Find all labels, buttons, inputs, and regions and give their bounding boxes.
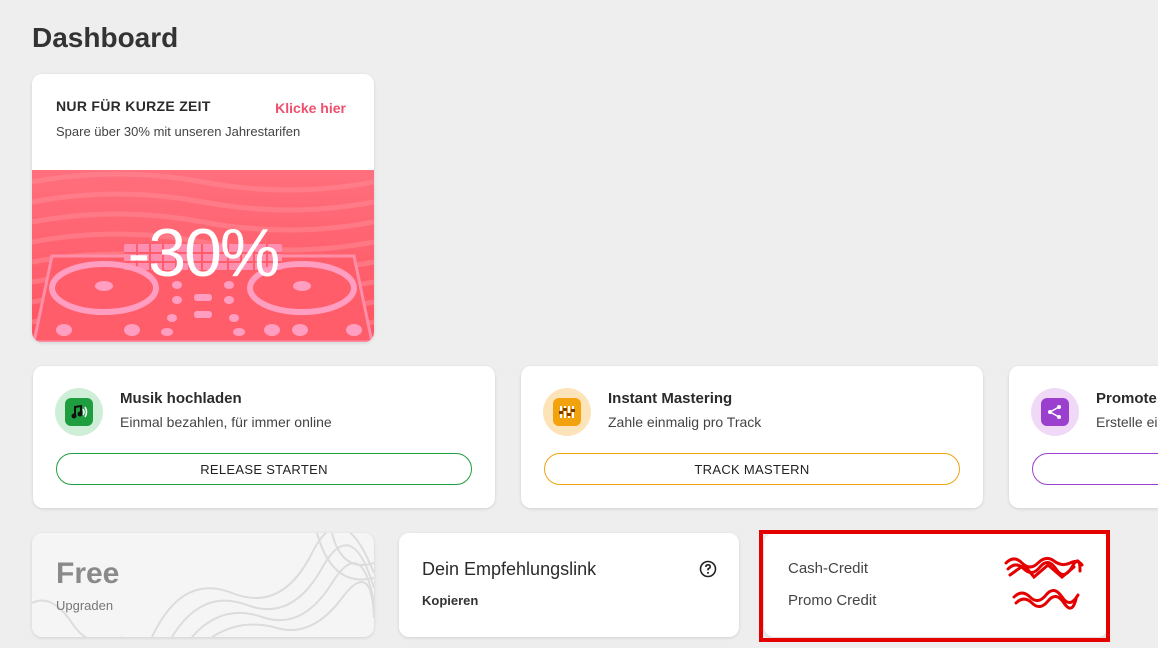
upload-music-card[interactable]: Musik hochladen Einmal bezahlen, für imm… bbox=[33, 366, 495, 508]
music-upload-icon bbox=[55, 388, 103, 436]
plan-card[interactable]: Free Upgraden bbox=[32, 533, 374, 637]
help-circle-icon[interactable] bbox=[699, 560, 717, 578]
master-track-button[interactable]: TRACK MASTERN bbox=[544, 453, 960, 485]
promo-subtitle: Spare über 30% mit unseren Jahrestarifen bbox=[56, 124, 301, 139]
share-icon bbox=[1031, 388, 1079, 436]
promote-button[interactable] bbox=[1032, 453, 1158, 485]
promo-card[interactable]: NUR FÜR KURZE ZEIT Klicke hier Spare übe… bbox=[32, 74, 374, 342]
plan-name: Free bbox=[56, 557, 120, 590]
promote-subtitle: Erstelle ein bbox=[1096, 414, 1158, 430]
promo-discount: -30% bbox=[127, 215, 281, 291]
instant-mastering-title: Instant Mastering bbox=[608, 390, 733, 407]
upload-music-title: Musik hochladen bbox=[120, 390, 242, 407]
page-title: Dashboard bbox=[32, 22, 179, 53]
promo-link[interactable]: Klicke hier bbox=[275, 100, 346, 116]
referral-title: Dein Empfehlungslink bbox=[422, 559, 597, 579]
promote-title: Promote bbox=[1096, 390, 1157, 407]
instant-mastering-card[interactable]: Instant Mastering Zahle einmalig pro Tra… bbox=[521, 366, 983, 508]
instant-mastering-subtitle: Zahle einmalig pro Track bbox=[608, 414, 762, 430]
upgrade-link[interactable]: Upgraden bbox=[56, 598, 113, 613]
promote-card[interactable]: Promote Erstelle ein bbox=[1009, 366, 1158, 508]
copy-referral-link[interactable]: Kopieren bbox=[422, 593, 478, 608]
redaction-frame bbox=[759, 530, 1110, 642]
upload-music-subtitle: Einmal bezahlen, für immer online bbox=[120, 414, 332, 430]
mastering-icon bbox=[543, 388, 591, 436]
start-release-button[interactable]: RELEASE STARTEN bbox=[56, 453, 472, 485]
referral-card: Dein Empfehlungslink Kopieren bbox=[399, 533, 739, 637]
